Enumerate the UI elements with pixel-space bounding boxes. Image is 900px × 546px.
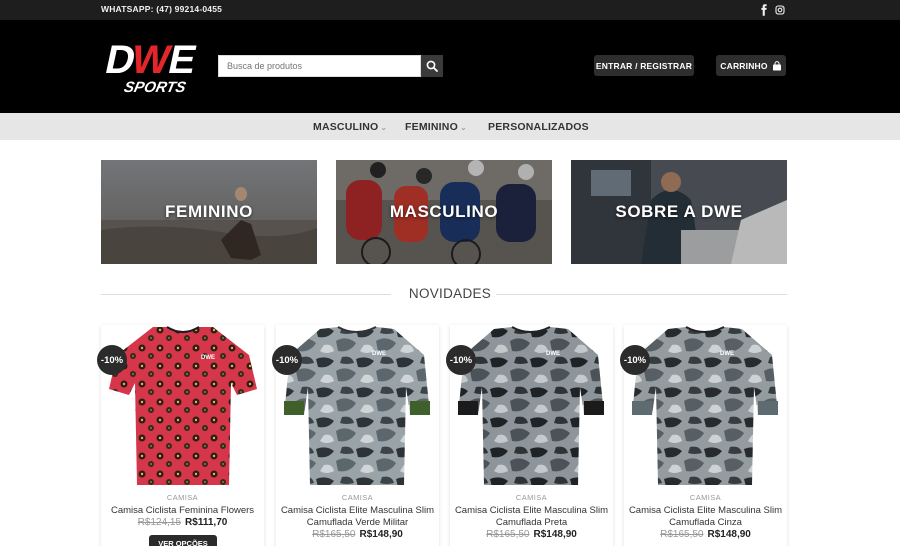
product-category: CAMISA [689, 493, 722, 502]
product-image[interactable]: DWE [624, 325, 787, 487]
chevron-down-icon: ⌄ [380, 122, 388, 132]
section-title: NOVIDADES [408, 286, 492, 301]
nav-item-feminino[interactable]: FEMININO ⌄ [405, 121, 467, 133]
product-image[interactable]: DWE [450, 325, 613, 487]
product-price: R$124,15 R$111,70 [101, 517, 264, 528]
discount-badge: -10% [446, 345, 476, 375]
product-category: CAMISA [341, 493, 374, 502]
product-name[interactable]: Camisa Ciclista Elite Masculina Slim Cam… [454, 505, 609, 529]
product-image[interactable]: DWE [276, 325, 439, 487]
product-card[interactable]: -10% DWE CAMISA Camisa Ciclista Elite Ma… [620, 325, 787, 546]
product-category: CAMISA [515, 493, 548, 502]
new-price: R$148,90 [707, 529, 751, 540]
shopping-bag-icon [772, 60, 781, 70]
new-price: R$148,90 [359, 529, 403, 540]
divider-right [496, 294, 787, 295]
discount-badge: -10% [272, 345, 302, 375]
banner-masculino[interactable]: MASCULINO [336, 160, 552, 264]
svg-text:SPORTS: SPORTS [122, 79, 187, 96]
search-input[interactable] [218, 55, 421, 77]
banner-feminino[interactable]: FEMININO [101, 160, 317, 264]
new-price: R$148,90 [533, 529, 577, 540]
top-bar: WHATSAPP: (47) 99214-0455 [0, 0, 900, 20]
product-name[interactable]: Camisa Ciclista Elite Masculina Slim Cam… [280, 505, 435, 529]
old-price: R$165,50 [486, 529, 530, 540]
discount-badge: -10% [97, 345, 127, 375]
product-price: R$165,50 R$148,90 [276, 529, 439, 540]
instagram-icon[interactable] [775, 3, 785, 15]
search-icon [426, 60, 438, 72]
cart-button[interactable]: CARRINHO [716, 55, 786, 76]
product-price: R$165,50 R$148,90 [624, 529, 787, 540]
login-label: ENTRAR / REGISTRAR [595, 60, 693, 71]
new-price: R$111,70 [185, 517, 228, 528]
chevron-down-icon: ⌄ [459, 122, 467, 132]
view-options-button[interactable]: VER OPÇÕES [149, 535, 217, 546]
nav-label: PERSONALIZADOS [488, 121, 589, 133]
login-register-button[interactable]: ENTRAR / REGISTRAR [594, 55, 694, 76]
dwe-sports-logo[interactable]: D W E SPORTS [101, 36, 201, 97]
banner-label: FEMININO [165, 202, 253, 221]
main-nav: MASCULINO ⌄ FEMININO ⌄ PERSONALIZADOS [0, 113, 900, 140]
product-card[interactable]: -10% DWE CAMISA Camisa Ciclista Elite Ma… [446, 325, 613, 546]
cart-label: CARRINHO [720, 60, 768, 71]
svg-text:DWE: DWE [546, 351, 560, 357]
product-image[interactable]: DWE [101, 325, 264, 487]
nav-item-masculino[interactable]: MASCULINO ⌄ [313, 121, 387, 133]
whatsapp-phone[interactable]: WHATSAPP: (47) 99214-0455 [101, 4, 222, 14]
nav-item-personalizados[interactable]: PERSONALIZADOS [488, 121, 589, 133]
nav-label: MASCULINO [313, 121, 379, 133]
old-price: R$124,15 [137, 517, 182, 528]
divider-left [101, 294, 391, 295]
svg-text:DWE: DWE [720, 351, 734, 357]
old-price: R$165,50 [660, 529, 704, 540]
discount-badge: -10% [620, 345, 650, 375]
site-header: D W E SPORTS ENTRAR / REGISTRAR CARRINHO [0, 20, 900, 113]
search-button[interactable] [421, 55, 443, 77]
product-name[interactable]: Camisa Ciclista Feminina Flowers [105, 505, 260, 517]
product-price: R$165,50 R$148,90 [450, 529, 613, 540]
old-price: R$165,50 [312, 529, 356, 540]
nav-label: FEMININO [405, 121, 458, 133]
svg-text:DWE: DWE [201, 355, 215, 361]
svg-text:DWE: DWE [372, 351, 386, 357]
product-card[interactable]: -10% DWE CAMISA Camisa Ciclista Feminina… [97, 325, 264, 546]
product-category: CAMISA [166, 493, 199, 502]
banner-sobre-a-dwe[interactable]: SOBRE A DWE [571, 160, 787, 264]
facebook-icon[interactable] [759, 3, 769, 16]
product-card[interactable]: -10% DWE CAMISA Camisa Ciclista Elite Ma… [272, 325, 439, 546]
social-links [759, 3, 785, 16]
banner-label: MASCULINO [389, 202, 499, 221]
product-name[interactable]: Camisa Ciclista Elite Masculina Slim Cam… [628, 505, 783, 529]
banner-label: SOBRE A DWE [615, 202, 743, 221]
